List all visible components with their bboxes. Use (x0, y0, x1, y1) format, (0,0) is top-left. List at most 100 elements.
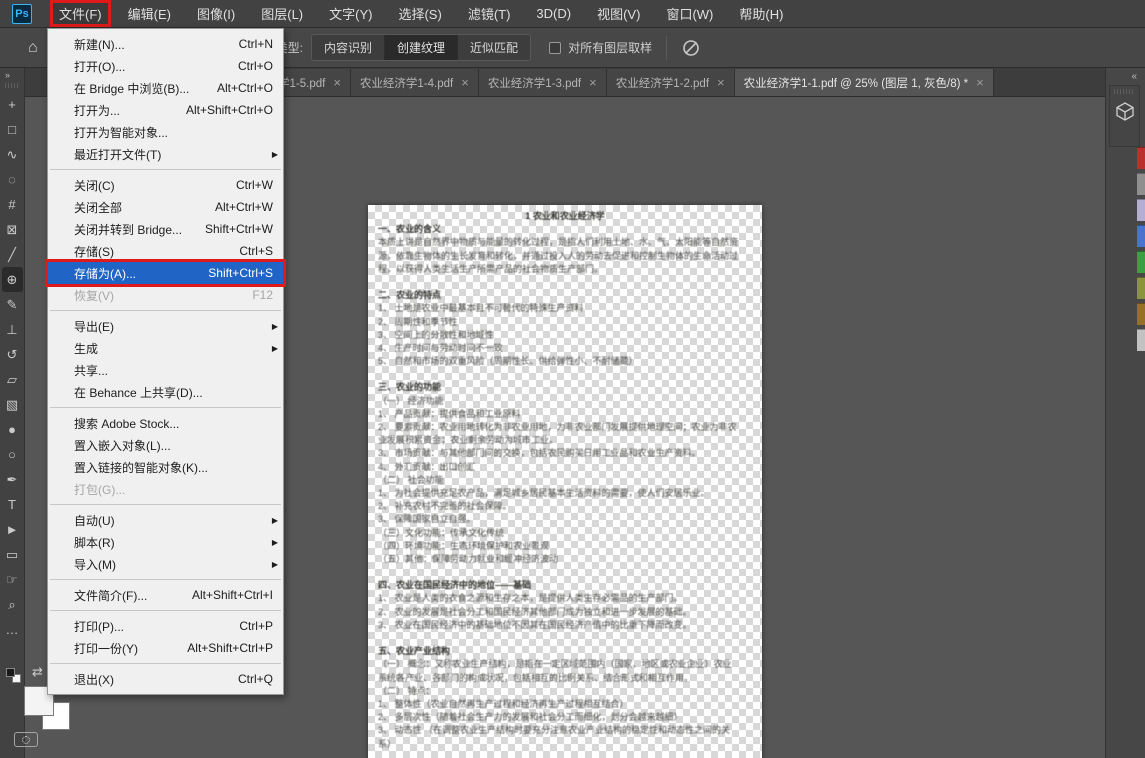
document-text-line: （四）环境功能：生态环境保护和农业景观 (378, 540, 752, 553)
frame-tool[interactable]: ⊠ (2, 217, 23, 242)
menu-help[interactable]: 帮助(H) (730, 0, 792, 27)
menu-bar-item-label: 帮助(H) (739, 7, 783, 22)
menu-item-browse-bridge[interactable]: 在 Bridge 中浏览(B)... Alt+Ctrl+O (48, 77, 283, 99)
menu-item-share-behance[interactable]: 在 Behance 上共享(D)... (48, 381, 283, 403)
sample-all-layers-checkbox[interactable] (549, 42, 561, 54)
marquee-tool[interactable]: □ (2, 117, 23, 142)
menu-item-print-one-copy[interactable]: 打印一份(Y) Alt+Shift+Ctrl+P (48, 637, 283, 659)
menu-item-place-linked[interactable]: 置入链接的智能对象(K)... (48, 456, 283, 478)
menu-item-scripts[interactable]: 脚本(R) ▶ (48, 531, 283, 553)
menu-type[interactable]: 文字(Y) (320, 0, 381, 27)
gradient-tool[interactable]: ▧ (2, 392, 23, 417)
color-swatch[interactable] (1137, 225, 1145, 247)
spot-healing-brush-tool[interactable]: ⊕ (2, 267, 23, 292)
menu-image[interactable]: 图像(I) (188, 0, 244, 27)
zoom-tool[interactable]: ⌕ (2, 592, 23, 617)
tab-close-icon[interactable]: × (333, 76, 341, 89)
3d-panel-button[interactable] (1109, 85, 1140, 147)
menu-item-close[interactable]: 关闭(C) Ctrl+W (48, 174, 283, 196)
content-aware-button[interactable]: 内容识别 (312, 35, 385, 60)
create-texture-button[interactable]: 创建纹理 (385, 35, 458, 60)
menu-item-file-info[interactable]: 文件简介(F)... Alt+Shift+Ctrl+I (48, 584, 283, 606)
tab-doc-1-1-active[interactable]: 农业经济学1-1.pdf @ 25% (图层 1, 灰色/8) * × (735, 69, 994, 96)
menu-item-open-as[interactable]: 打开为... Alt+Shift+Ctrl+O (48, 99, 283, 121)
tab-close-icon[interactable]: × (717, 76, 725, 89)
menu-item-place-embedded[interactable]: 置入嵌入对象(L)... (48, 434, 283, 456)
path-selection-tool[interactable]: ► (2, 517, 23, 542)
eyedropper-tool[interactable]: ╱ (2, 242, 23, 267)
toolbar-flyout-icon[interactable]: » (0, 68, 24, 80)
default-colors-icon[interactable] (6, 668, 23, 685)
dodge-tool[interactable]: ○ (2, 442, 23, 467)
quick-selection-tool[interactable]: ◌ (2, 167, 23, 192)
sampling-ring-icon[interactable] (681, 38, 701, 58)
menu-item-close-all[interactable]: 关闭全部 Alt+Ctrl+W (48, 196, 283, 218)
photoshop-logo: Ps (12, 4, 32, 24)
color-swatch[interactable] (1137, 329, 1145, 351)
hand-tool[interactable]: ☞ (2, 567, 23, 592)
menu-item-close-goto-bridge[interactable]: 关闭并转到 Bridge... Shift+Ctrl+W (48, 218, 283, 240)
color-swatch[interactable] (1137, 173, 1145, 195)
menu-layer[interactable]: 图层(L) (252, 0, 312, 27)
color-swatch[interactable] (1137, 303, 1145, 325)
menu-item-save-as[interactable]: 存储为(A)... Shift+Ctrl+S (48, 262, 283, 284)
menu-window[interactable]: 窗口(W) (657, 0, 722, 27)
pen-tool[interactable]: ✒ (2, 467, 23, 492)
history-brush-tool[interactable]: ↺ (2, 342, 23, 367)
menu-item-search-adobe-stock[interactable]: 搜索 Adobe Stock... (48, 412, 283, 434)
swatches-panel-edge (1137, 147, 1145, 355)
menu-item-share[interactable]: 共享... (48, 359, 283, 381)
tab-close-icon[interactable]: × (976, 76, 984, 89)
menu-item-open-smart-object[interactable]: 打开为智能对象... (48, 121, 283, 143)
menu-separator (50, 504, 281, 505)
rectangle-tool[interactable]: ▭ (2, 542, 23, 567)
menu-item-package[interactable]: 打包(G)... (48, 478, 283, 500)
collapse-panels-icon[interactable]: « (1131, 71, 1138, 82)
document-page[interactable]: 1 农业和农业经济学 一、农业的含义 本质上讲是自然界中物质与能量的转化过程，是… (368, 205, 762, 758)
menu-item-export[interactable]: 导出(E) ▶ (48, 315, 283, 337)
toolbar-grabber[interactable] (5, 83, 19, 88)
menu-filter[interactable]: 滤镜(T) (459, 0, 520, 27)
swap-colors-icon[interactable]: ⇄ (32, 664, 43, 680)
move-tool[interactable]: + (2, 92, 23, 117)
menu-3d[interactable]: 3D(D) (527, 2, 580, 25)
edit-toolbar-button[interactable]: … (2, 617, 23, 642)
tool-glyph: ☞ (6, 572, 18, 588)
menu-view[interactable]: 视图(V) (588, 0, 649, 27)
proximity-match-button[interactable]: 近似匹配 (458, 35, 530, 60)
menu-item-print[interactable]: 打印(P)... Ctrl+P (48, 615, 283, 637)
color-swatch[interactable] (1137, 251, 1145, 273)
tab-doc-1-3[interactable]: 农业经济学1-3.pdf × (479, 69, 607, 96)
menu-separator (50, 169, 281, 170)
color-swatch[interactable] (1137, 199, 1145, 221)
menu-edit[interactable]: 编辑(E) (119, 0, 180, 27)
menu-item-import[interactable]: 导入(M) ▶ (48, 553, 283, 575)
quick-mask-button[interactable] (14, 732, 38, 747)
menu-item-automate[interactable]: 自动(U) ▶ (48, 509, 283, 531)
menu-select[interactable]: 选择(S) (389, 0, 450, 27)
tab-close-icon[interactable]: × (589, 76, 597, 89)
tab-doc-1-2[interactable]: 农业经济学1-2.pdf × (607, 69, 735, 96)
menu-item-new[interactable]: 新建(N)... Ctrl+N (48, 33, 283, 55)
menu-item-open[interactable]: 打开(O)... Ctrl+O (48, 55, 283, 77)
menu-item-revert[interactable]: 恢复(V) F12 (48, 284, 283, 306)
blur-tool[interactable]: ● (2, 417, 23, 442)
color-swatch[interactable] (1137, 147, 1145, 169)
lasso-tool[interactable]: ∿ (2, 142, 23, 167)
menu-item-exit[interactable]: 退出(X) Ctrl+Q (48, 668, 283, 690)
type-tool[interactable]: T (2, 492, 23, 517)
menu-item-save[interactable]: 存储(S) Ctrl+S (48, 240, 283, 262)
menu-file[interactable]: 文件(F) (50, 0, 111, 27)
document-text-line: 一、农业的含义 (378, 223, 752, 236)
menu-item-generate[interactable]: 生成 ▶ (48, 337, 283, 359)
color-swatch[interactable] (1137, 277, 1145, 299)
menu-item-open-recent[interactable]: 最近打开文件(T) ▶ (48, 143, 283, 165)
clone-stamp-tool[interactable]: ⊥ (2, 317, 23, 342)
tab-doc-1-4[interactable]: 农业经济学1-4.pdf × (351, 69, 479, 96)
brush-tool[interactable]: ✎ (2, 292, 23, 317)
eraser-tool[interactable]: ▱ (2, 367, 23, 392)
tab-close-icon[interactable]: × (461, 76, 469, 89)
home-icon[interactable]: ⌂ (28, 39, 38, 57)
menu-item-label: 存储(S) (74, 243, 229, 260)
crop-tool[interactable]: # (2, 192, 23, 217)
